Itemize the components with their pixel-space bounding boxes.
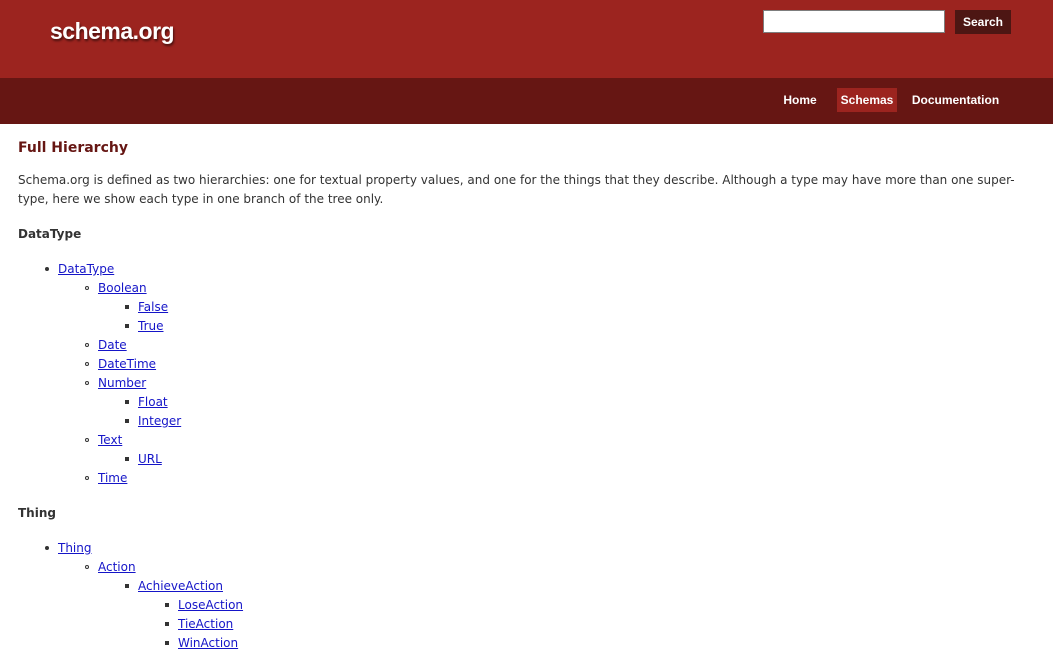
link-datatype[interactable]: DataType [58,262,114,276]
square-bullet-icon [165,641,169,645]
link-tieaction[interactable]: TieAction [178,617,233,631]
tree-item: TieAction [165,615,1035,634]
circle-bullet-icon [85,438,89,442]
tree-item: Thing Action AchieveAction LoseAction Ti… [45,539,1035,653]
tree-sublist: Boolean False True Date DateTime Number … [58,279,1035,488]
link-action[interactable]: Action [98,560,136,574]
tree-item: WinAction [165,634,1035,653]
tree-item: Date [85,336,1035,355]
disc-bullet-icon [45,267,49,271]
tree-item: DateTime [85,355,1035,374]
site-header: schema.org Search [0,0,1053,78]
link-boolean[interactable]: Boolean [98,281,147,295]
tree-sublist: Float Integer [98,393,1035,431]
square-bullet-icon [125,400,129,404]
tree-sublist: Action AchieveAction LoseAction TieActio… [58,558,1035,653]
square-bullet-icon [125,324,129,328]
nav-home[interactable]: Home [777,88,823,112]
tree-item: AchieveAction LoseAction TieAction WinAc… [125,577,1035,653]
link-thing[interactable]: Thing [58,541,92,555]
link-date[interactable]: Date [98,338,127,352]
circle-bullet-icon [85,476,89,480]
tree-item: LoseAction [165,596,1035,615]
section-heading-datatype: DataType [18,227,82,241]
tree-sublist: URL [98,450,1035,469]
tree-item: Action AchieveAction LoseAction TieActio… [85,558,1035,653]
main-nav: Home Schemas Documentation [0,78,1053,124]
disc-bullet-icon [45,546,49,550]
circle-bullet-icon [85,286,89,290]
link-winaction[interactable]: WinAction [178,636,238,650]
link-true[interactable]: True [138,319,164,333]
section-heading-thing: Thing [18,506,56,520]
circle-bullet-icon [85,362,89,366]
circle-bullet-icon [85,381,89,385]
nav-schemas[interactable]: Schemas [837,88,897,112]
square-bullet-icon [125,457,129,461]
square-bullet-icon [165,622,169,626]
tree-item: Float [125,393,1035,412]
search-button[interactable]: Search [955,10,1011,34]
square-bullet-icon [165,603,169,607]
tree-item: True [125,317,1035,336]
tree-sublist: AchieveAction LoseAction TieAction WinAc… [98,577,1035,653]
tree-item: Integer [125,412,1035,431]
tree-item: Time [85,469,1035,488]
link-text[interactable]: Text [98,433,122,447]
link-url[interactable]: URL [138,452,162,466]
tree-sublist: False True [98,298,1035,336]
main-content: Full Hierarchy Schema.org is defined as … [0,124,1053,653]
tree-item: URL [125,450,1035,469]
search-input[interactable] [763,10,945,33]
link-false[interactable]: False [138,300,168,314]
tree-item: False [125,298,1035,317]
tree-item: Number Float Integer [85,374,1035,431]
tree-item: Boolean False True [85,279,1035,336]
link-datetime[interactable]: DateTime [98,357,156,371]
thing-tree: Thing Action AchieveAction LoseAction Ti… [18,523,1035,653]
site-logo[interactable]: schema.org [50,18,175,45]
square-bullet-icon [125,584,129,588]
tree-sublist: LoseAction TieAction WinAction [138,596,1035,653]
nav-documentation[interactable]: Documentation [907,88,1004,112]
tree-item: Text URL [85,431,1035,469]
datatype-tree: DataType Boolean False True Date DateTim… [18,244,1035,488]
tree-item: DataType Boolean False True Date DateTim… [45,260,1035,488]
link-float[interactable]: Float [138,395,168,409]
circle-bullet-icon [85,343,89,347]
link-number[interactable]: Number [98,376,146,390]
intro-text: Schema.org is defined as two hierarchies… [18,173,1015,206]
link-loseaction[interactable]: LoseAction [178,598,243,612]
page-title: Full Hierarchy [18,140,128,156]
square-bullet-icon [125,419,129,423]
square-bullet-icon [125,305,129,309]
link-time[interactable]: Time [98,471,127,485]
link-integer[interactable]: Integer [138,414,181,428]
circle-bullet-icon [85,565,89,569]
link-achieveaction[interactable]: AchieveAction [138,579,223,593]
